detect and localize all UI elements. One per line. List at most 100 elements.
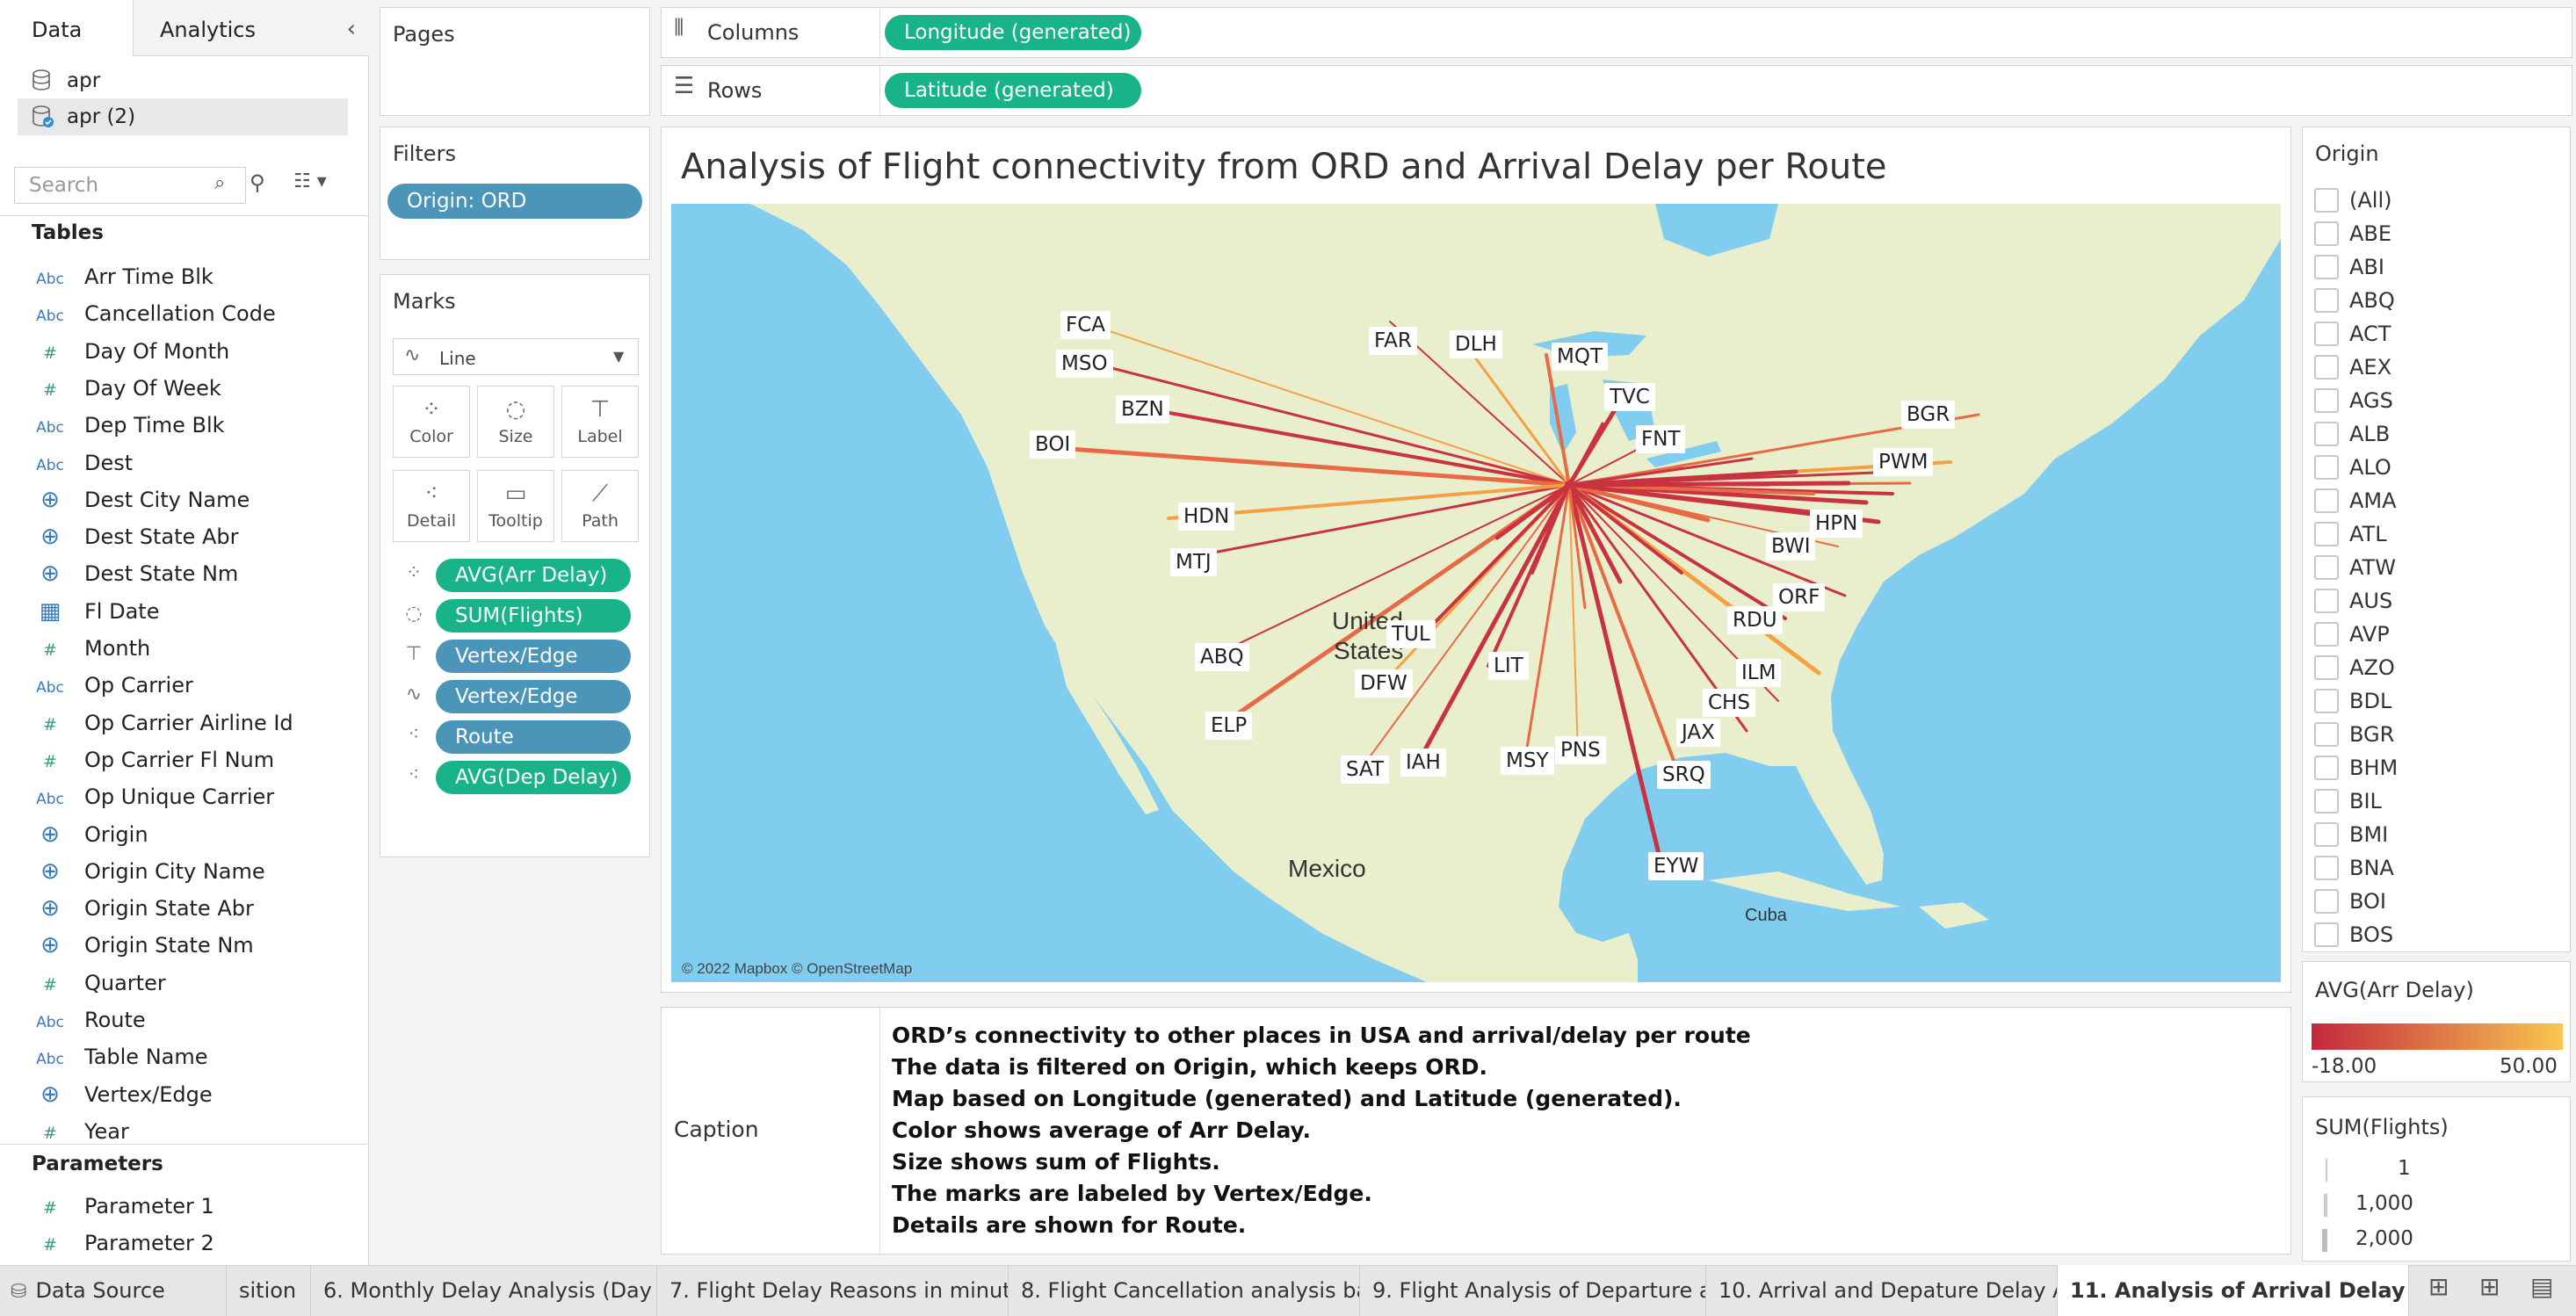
city-label[interactable]: DLH <box>1450 330 1502 358</box>
tooltip-button[interactable]: ▭ Tooltip <box>477 470 554 542</box>
rows-pill[interactable]: Latitude (generated) <box>885 73 1141 108</box>
marks-pill[interactable]: Route <box>436 720 631 754</box>
parameter-item[interactable]: # Parameter 2 <box>35 1225 214 1262</box>
city-label[interactable]: MTJ <box>1170 548 1217 576</box>
origin-checkbox[interactable] <box>2314 856 2339 880</box>
marks-pill[interactable]: SUM(Flights) <box>436 599 631 633</box>
columns-shelf[interactable]: ⦀ Columns Longitude (generated) <box>661 7 2572 59</box>
field-item[interactable]: Abc Table Name <box>35 1038 207 1075</box>
label-button[interactable]: ⊤ Label <box>561 386 639 458</box>
city-label[interactable]: BGR <box>1901 401 1956 429</box>
datasource-item[interactable]: apr <box>32 63 100 98</box>
field-item[interactable]: Abc Cancellation Code <box>35 295 276 332</box>
field-item[interactable]: ⊕ Origin State Abr <box>35 890 254 927</box>
city-label[interactable]: MSO <box>1056 350 1113 378</box>
field-item[interactable]: # Month <box>35 630 150 667</box>
view-list-icon[interactable]: ☷ ▾ <box>293 170 327 192</box>
field-item[interactable]: # Day Of Week <box>35 370 221 407</box>
new-dashboard-icon[interactable]: ⊞ <box>2479 1272 2500 1301</box>
city-label[interactable]: SAT <box>1341 756 1390 784</box>
origin-checkbox[interactable] <box>2314 655 2339 680</box>
origin-checkbox[interactable] <box>2314 622 2339 647</box>
filter-icon[interactable]: ⚲ <box>250 170 265 195</box>
origin-checkbox[interactable] <box>2314 889 2339 914</box>
sheet-tab[interactable]: 8. Flight Cancellation analysis ba... <box>1009 1265 1360 1316</box>
color-button[interactable]: ⁘ Color <box>393 386 470 458</box>
datasource-item-active[interactable]: apr (2) <box>32 99 135 134</box>
field-item[interactable]: Abc Dest <box>35 445 133 481</box>
origin-checkbox[interactable] <box>2314 355 2339 380</box>
origin-checkbox[interactable] <box>2314 221 2339 246</box>
origin-checkbox[interactable] <box>2314 822 2339 847</box>
marks-pill[interactable]: Vertex/Edge <box>436 680 631 713</box>
pages-shelf[interactable]: Pages <box>380 7 650 116</box>
origin-checkbox[interactable] <box>2314 722 2339 747</box>
origin-checkbox[interactable] <box>2314 522 2339 546</box>
city-label[interactable]: RDU <box>1727 606 1783 634</box>
field-item[interactable]: ⊕ Origin <box>35 816 148 853</box>
origin-checkbox[interactable] <box>2314 589 2339 613</box>
city-label[interactable]: JAX <box>1676 719 1720 747</box>
city-label[interactable]: LIT <box>1488 652 1529 680</box>
new-story-icon[interactable]: ▤ <box>2530 1272 2553 1301</box>
field-item[interactable]: ⊕ Origin State Nm <box>35 927 254 964</box>
field-item[interactable]: # Quarter <box>35 965 166 1001</box>
filters-shelf[interactable]: Filters Origin: ORD <box>380 127 650 260</box>
sheet-tab[interactable]: 11. Analysis of Arrival Delay pe... <box>2058 1265 2409 1316</box>
detail-button[interactable]: ⁖ Detail <box>393 470 470 542</box>
origin-checkbox[interactable] <box>2314 188 2339 213</box>
city-label[interactable]: FNT <box>1636 425 1686 453</box>
city-label[interactable]: TVC <box>1604 383 1655 411</box>
origin-checkbox[interactable] <box>2314 555 2339 580</box>
origin-checkbox[interactable] <box>2314 255 2339 279</box>
sheet-tab[interactable]: 10. Arrival and Depature Delay A... <box>1706 1265 2058 1316</box>
path-button[interactable]: ⟋ Path <box>561 470 639 542</box>
origin-checkbox[interactable] <box>2314 288 2339 313</box>
columns-pill[interactable]: Longitude (generated) <box>885 15 1141 50</box>
rows-shelf[interactable]: ☰ Rows Latitude (generated) <box>661 65 2572 117</box>
marks-pill[interactable]: AVG(Arr Delay) <box>436 559 631 592</box>
city-label[interactable]: IAH <box>1400 748 1446 777</box>
mark-type-dropdown[interactable]: ∿ Line ▼ <box>393 338 639 375</box>
field-item[interactable]: # Op Carrier Fl Num <box>35 741 274 778</box>
city-label[interactable]: BOI <box>1030 430 1076 459</box>
city-label[interactable]: BWI <box>1766 532 1816 560</box>
city-label[interactable]: ILM <box>1736 659 1782 687</box>
sheet-tab[interactable]: 9. Flight Analysis of Departure a... <box>1360 1265 1706 1316</box>
origin-checkbox[interactable] <box>2314 756 2339 780</box>
city-label[interactable]: SRQ <box>1657 761 1711 789</box>
field-item[interactable]: Abc Route <box>35 1001 146 1038</box>
origin-checkbox[interactable] <box>2314 322 2339 346</box>
city-label[interactable]: PWM <box>1873 448 1934 476</box>
parameter-item[interactable]: # Parameter 1 <box>35 1188 214 1225</box>
search-input[interactable]: Search <box>14 167 246 204</box>
city-label[interactable]: CHS <box>1703 689 1755 717</box>
route-map[interactable]: United States Mexico Cuba © 2022 Mapbox … <box>671 204 2281 982</box>
city-label[interactable]: HDN <box>1178 503 1235 531</box>
tab-analytics[interactable]: Analytics <box>134 0 369 56</box>
city-label[interactable]: TUL <box>1386 620 1436 648</box>
city-label[interactable]: ELP <box>1205 712 1253 740</box>
origin-checkbox[interactable] <box>2314 488 2339 513</box>
city-label[interactable]: FCA <box>1060 311 1111 339</box>
origin-checkbox[interactable] <box>2314 422 2339 446</box>
field-item[interactable]: Abc Op Carrier <box>35 667 193 704</box>
marks-pill[interactable]: AVG(Dep Delay) <box>436 761 631 794</box>
sheet-tab[interactable]: sition <box>227 1265 311 1316</box>
city-label[interactable]: ABQ <box>1195 643 1249 671</box>
marks-pill[interactable]: Vertex/Edge <box>436 640 631 673</box>
city-label[interactable]: DFW <box>1355 669 1413 698</box>
field-item[interactable]: ⊕ Dest State Abr <box>35 518 238 555</box>
city-label[interactable]: BZN <box>1116 395 1169 423</box>
city-label[interactable]: HPN <box>1810 510 1863 538</box>
field-item[interactable]: # Op Carrier Airline Id <box>35 705 293 741</box>
field-item[interactable]: ⊕ Dest State Nm <box>35 555 238 592</box>
sheet-tab[interactable]: 7. Flight Delay Reasons in minutes <box>657 1265 1009 1316</box>
new-worksheet-icon[interactable]: ⊞ <box>2428 1272 2449 1301</box>
tab-data[interactable]: Data <box>0 0 134 56</box>
field-item[interactable]: ⊕ Dest City Name <box>35 481 250 518</box>
city-label[interactable]: PNS <box>1555 736 1606 764</box>
city-label[interactable]: MQT <box>1552 343 1608 371</box>
origin-checkbox[interactable] <box>2314 455 2339 480</box>
field-item[interactable]: # Day Of Month <box>35 333 229 370</box>
